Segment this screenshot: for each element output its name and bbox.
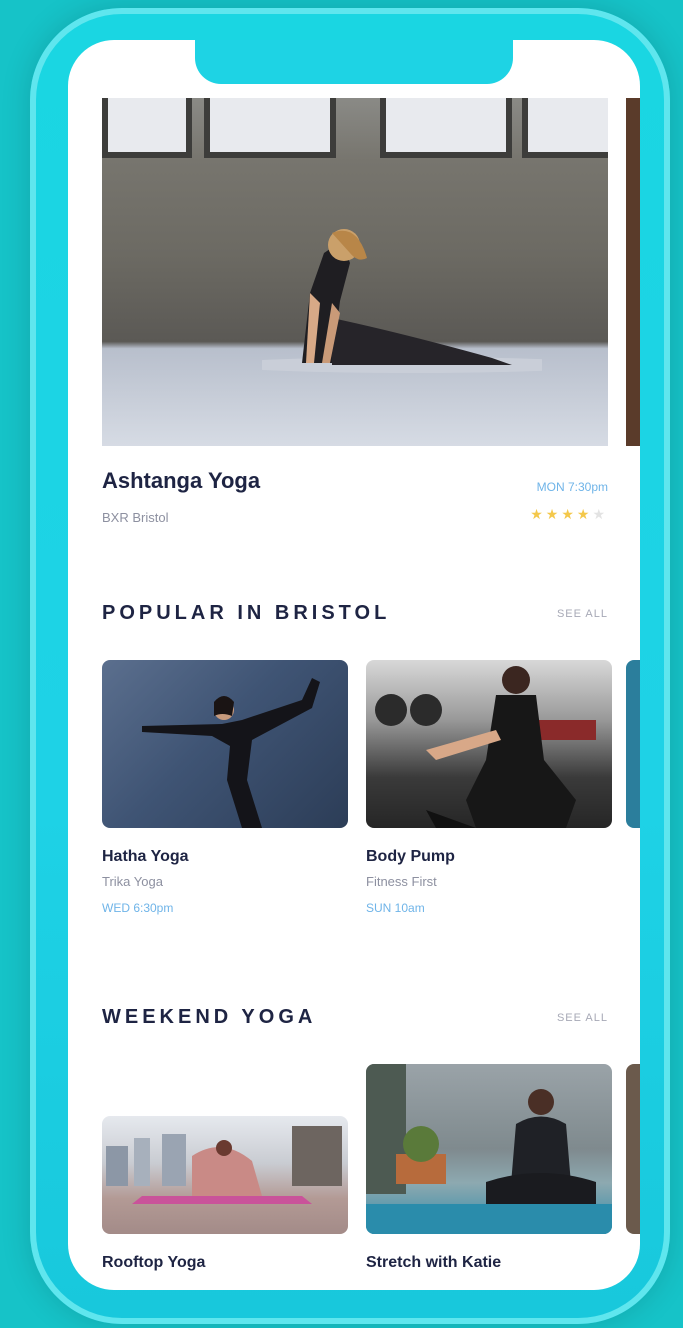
see-all-weekend-button[interactable]: SEE ALL [557,1012,608,1024]
star-icon: ★ [561,506,577,522]
class-card-time: SUN 10am [366,901,425,915]
class-card[interactable]: Stretch with Katie [366,1064,612,1272]
section-title-weekend: WEEKEND YOGA [102,1006,317,1028]
class-card[interactable]: Hatha Yoga Trika Yoga WED 6:30pm [102,660,348,915]
dancer-pose-illustration [142,678,320,828]
class-card-image [102,1116,348,1234]
class-card-title: Hatha Yoga [102,848,189,865]
rating-stars: ★★★★★ [530,506,608,523]
featured-class-title[interactable]: Ashtanga Yoga [102,468,260,494]
class-card[interactable]: Rooftop Yoga [102,1116,348,1272]
gym-workout-illustration [375,666,596,828]
class-card[interactable]: Body Pump Fitness First SUN 10am [366,660,612,915]
next-card-peek[interactable] [626,98,640,446]
section-title-popular: POPULAR IN BRISTOL [102,602,391,624]
star-icon: ★ [530,506,546,522]
class-card-title: Rooftop Yoga [102,1254,206,1271]
featured-class-venue: BXR Bristol [102,510,169,525]
star-icon: ★ [592,506,608,522]
class-card-venue: Trika Yoga [102,874,163,889]
next-card-peek[interactable] [626,1064,640,1234]
rooftop-yoga-illustration [106,1126,342,1204]
yoga-person-illustration [262,229,542,373]
class-card-title: Stretch with Katie [366,1254,502,1271]
window [102,98,192,158]
window [204,98,336,158]
class-card-image [366,660,612,828]
class-card-image [102,660,348,828]
window [380,98,512,158]
star-icon: ★ [545,506,562,522]
see-all-popular-button[interactable]: SEE ALL [557,608,608,620]
featured-class-time: MON 7:30pm [536,480,608,494]
class-card-image [366,1064,612,1234]
app-screen: Ashtanga Yoga BXR Bristol MON 7:30pm ★★★… [68,40,640,1290]
star-icon: ★ [576,506,593,522]
next-card-peek[interactable] [626,660,640,828]
window [522,98,608,158]
meditation-illustration [366,1064,612,1234]
class-card-title: Body Pump [366,848,455,865]
class-card-venue: Fitness First [366,874,437,889]
class-card-time: WED 6:30pm [102,901,174,915]
featured-class-image[interactable] [102,98,608,446]
phone-notch [195,40,513,84]
